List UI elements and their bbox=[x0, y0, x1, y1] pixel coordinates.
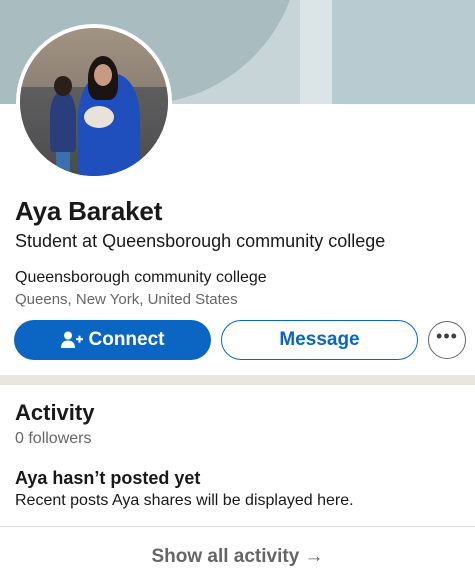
activity-divider bbox=[0, 526, 475, 527]
add-person-icon bbox=[60, 331, 83, 348]
profile-school[interactable]: Queensborough community college bbox=[15, 269, 267, 287]
followers-count[interactable]: 0 followers bbox=[15, 430, 91, 448]
profile-name: Aya Baraket bbox=[15, 196, 163, 226]
message-label: Message bbox=[279, 329, 360, 350]
activity-heading: Activity bbox=[15, 400, 95, 425]
photo-flowers bbox=[84, 106, 114, 128]
profile-photo[interactable] bbox=[16, 24, 172, 180]
section-divider bbox=[0, 375, 475, 385]
no-posts-title: Aya hasn’t posted yet bbox=[15, 468, 201, 488]
profile-location: Queens, New York, United States bbox=[15, 291, 238, 308]
connect-button[interactable]: Connect bbox=[14, 320, 211, 360]
message-button[interactable]: Message bbox=[221, 320, 418, 360]
photo-child-head bbox=[54, 76, 72, 96]
profile-headline: Student at Queensborough community colle… bbox=[15, 231, 386, 251]
photo-face bbox=[94, 64, 112, 86]
more-options-button[interactable]: ••• bbox=[428, 321, 466, 359]
no-posts-description: Recent posts Aya shares will be displaye… bbox=[15, 492, 354, 509]
photo-child-legs bbox=[56, 148, 70, 176]
banner-shape bbox=[332, 0, 475, 104]
avatar-image bbox=[20, 28, 168, 176]
connect-label: Connect bbox=[88, 329, 165, 350]
more-options-icon: ••• bbox=[436, 326, 458, 346]
banner-shape bbox=[300, 0, 332, 104]
show-all-activity-link[interactable]: Show all activity → bbox=[0, 546, 475, 568]
photo-child bbox=[50, 92, 76, 152]
